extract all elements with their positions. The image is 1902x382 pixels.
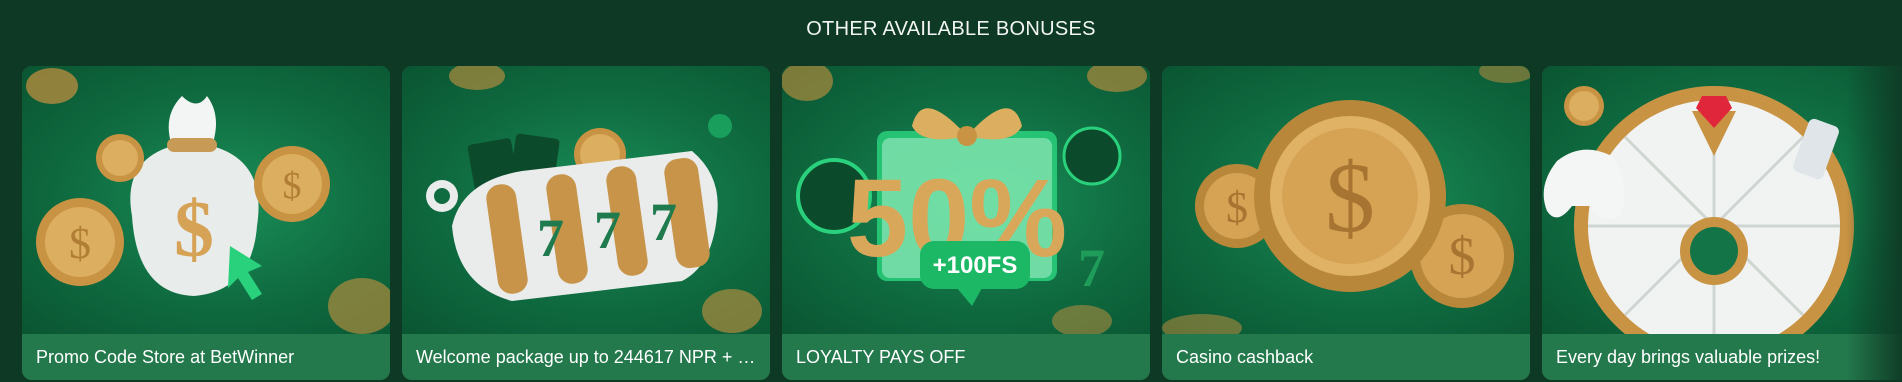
section-title: OTHER AVAILABLE BONUSES (806, 18, 1096, 40)
bonus-card-promo-code-store[interactable]: $ $ $ Promo Code Store at BetWinner (22, 66, 390, 380)
svg-text:7: 7 (650, 192, 677, 252)
bonus-card-welcome-package[interactable]: 7 7 7 Welcome package up to 244617 NPR +… (402, 66, 770, 380)
svg-text:7: 7 (537, 208, 564, 268)
card-label: Casino cashback (1162, 334, 1530, 380)
svg-text:+100FS: +100FS (933, 252, 1018, 279)
svg-text:7: 7 (594, 200, 621, 260)
svg-text:$: $ (174, 186, 214, 274)
gold-coins-icon: $ $ $ (1162, 66, 1530, 334)
svg-text:$: $ (1325, 142, 1375, 253)
bonus-card-casino-cashback[interactable]: $ $ $ Casino cashback (1162, 66, 1530, 380)
card-label: LOYALTY PAYS OFF (782, 334, 1150, 380)
svg-text:7: 7 (1078, 238, 1105, 298)
bonus-card-list: $ $ $ Promo Code Store at BetWinner 7 7 … (22, 66, 1902, 380)
money-bag-coins-icon: $ $ $ (22, 66, 390, 334)
slot-reels-777-icon: 7 7 7 (402, 66, 770, 334)
svg-text:$: $ (1449, 226, 1476, 286)
card-label: Welcome package up to 244617 NPR + 15... (402, 334, 770, 380)
bonus-card-daily-prizes[interactable]: Every day brings valuable prizes! (1542, 66, 1902, 380)
prize-wheel-icon (1542, 66, 1902, 334)
svg-text:$: $ (69, 219, 91, 268)
card-label: Every day brings valuable prizes! (1542, 334, 1902, 380)
svg-text:$: $ (1226, 183, 1248, 232)
card-label: Promo Code Store at BetWinner (22, 334, 390, 380)
bonus-card-loyalty[interactable]: 50% 7 +100FS LOYALTY PAYS OFF (782, 66, 1150, 380)
gift-50-percent-icon: 50% 7 +100FS (782, 66, 1150, 334)
svg-text:$: $ (283, 165, 302, 207)
